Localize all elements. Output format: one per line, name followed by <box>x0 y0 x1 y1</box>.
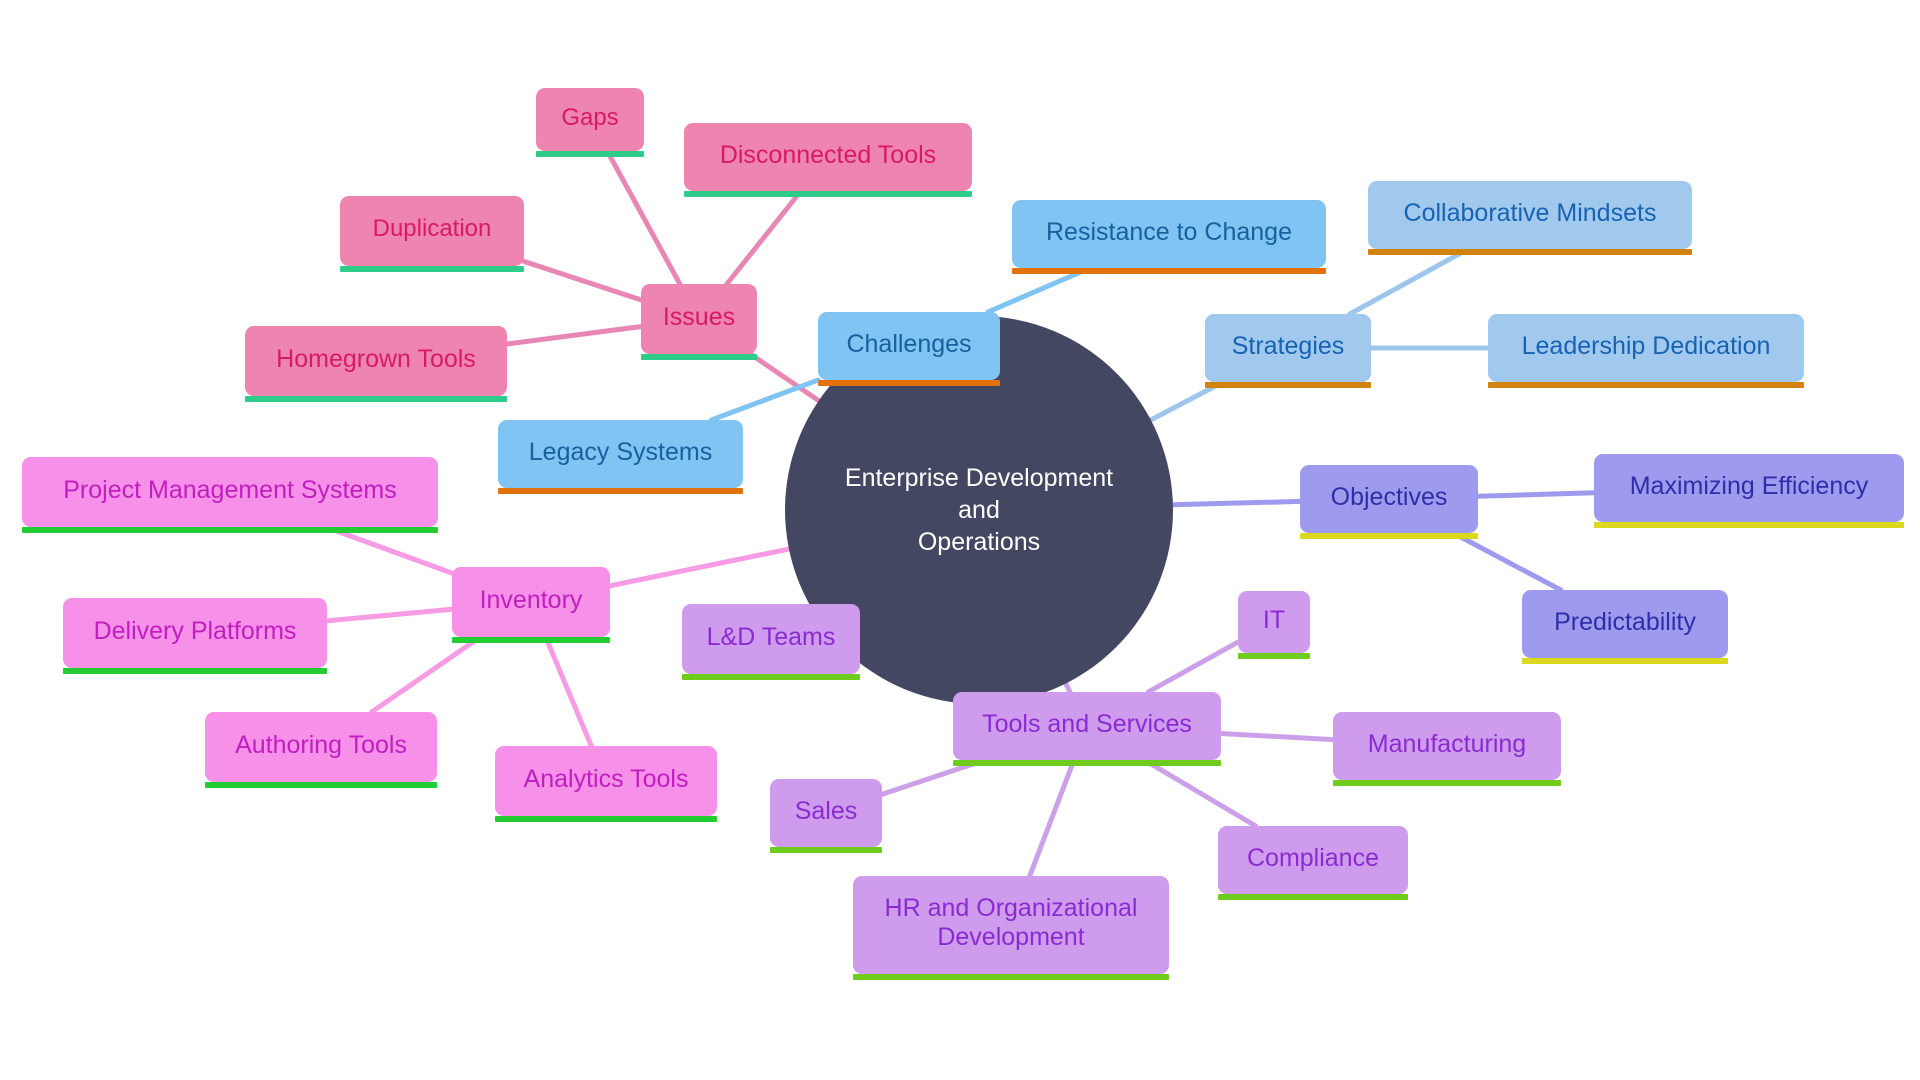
mindmap-node-predict[interactable]: Predictability <box>1522 590 1728 664</box>
mindmap-node-label: Analytics Tools <box>523 764 689 793</box>
mindmap-node-label: Gaps <box>561 103 619 131</box>
mindmap-node-label: Collaborative Mindsets <box>1403 198 1657 227</box>
mindmap-node-label: Delivery Platforms <box>93 616 297 645</box>
mindmap-node-label: Duplication <box>372 215 492 243</box>
mindmap-node-label: Inventory <box>479 585 583 614</box>
mindmap-node-label: Manufacturing <box>1367 729 1527 758</box>
mindmap-node-label: Project Management Systems <box>63 475 397 504</box>
mindmap-node-ld[interactable]: L&D Teams <box>682 604 860 680</box>
mindmap-node-challenges[interactable]: Challenges <box>818 312 1000 386</box>
mindmap-node-label: Predictability <box>1554 607 1696 636</box>
mindmap-node-strategies[interactable]: Strategies <box>1205 314 1371 388</box>
mindmap-node-label: Tools and Services <box>982 709 1192 738</box>
mindmap-node-label: Objectives <box>1330 482 1448 511</box>
mindmap-node-tools[interactable]: Tools and Services <box>953 692 1221 766</box>
mindmap-node-label: Disconnected Tools <box>719 140 937 169</box>
mindmap-node-label: Homegrown Tools <box>276 344 476 373</box>
mindmap-node-authoring[interactable]: Authoring Tools <box>205 712 437 788</box>
mindmap-node-analytics[interactable]: Analytics Tools <box>495 746 717 822</box>
mindmap-node-label: Legacy Systems <box>528 437 713 466</box>
mindmap-node-manufacturing[interactable]: Manufacturing <box>1333 712 1561 786</box>
mindmap-node-delivery[interactable]: Delivery Platforms <box>63 598 327 674</box>
mindmap-node-label: IT <box>1262 605 1286 634</box>
mindmap-node-objectives[interactable]: Objectives <box>1300 465 1478 539</box>
mindmap-node-gaps[interactable]: Gaps <box>536 88 644 157</box>
mindmap-node-label: Challenges <box>846 329 972 358</box>
mindmap-canvas: Enterprise Development and Operations Ga… <box>0 0 1920 1080</box>
mindmap-node-label: L&D Teams <box>706 622 836 651</box>
mindmap-node-hr[interactable]: HR and Organizational Development <box>853 876 1169 980</box>
mindmap-node-pms[interactable]: Project Management Systems <box>22 457 438 533</box>
root-node-label: Enterprise Development and Operations <box>844 464 1114 556</box>
mindmap-node-homegrown[interactable]: Homegrown Tools <box>245 326 507 402</box>
mindmap-node-inventory[interactable]: Inventory <box>452 567 610 643</box>
mindmap-node-legacy[interactable]: Legacy Systems <box>498 420 743 494</box>
mindmap-node-label: Strategies <box>1231 331 1345 360</box>
mindmap-node-issues[interactable]: Issues <box>641 284 757 360</box>
mindmap-node-compliance[interactable]: Compliance <box>1218 826 1408 900</box>
mindmap-node-disconnected[interactable]: Disconnected Tools <box>684 123 972 197</box>
mindmap-node-label: Issues <box>662 302 736 331</box>
mindmap-node-collab[interactable]: Collaborative Mindsets <box>1368 181 1692 255</box>
mindmap-node-it[interactable]: IT <box>1238 591 1310 659</box>
mindmap-node-leadership[interactable]: Leadership Dedication <box>1488 314 1804 388</box>
mindmap-node-sales[interactable]: Sales <box>770 779 882 853</box>
mindmap-node-label: Authoring Tools <box>235 730 407 759</box>
mindmap-node-label: Maximizing Efficiency <box>1629 471 1869 500</box>
mindmap-node-label: Resistance to Change <box>1046 217 1292 246</box>
mindmap-node-label: Leadership Dedication <box>1521 331 1771 360</box>
node-layer: Enterprise Development and Operations Ga… <box>0 0 1920 1080</box>
mindmap-node-label: Sales <box>794 796 858 825</box>
mindmap-node-resistance[interactable]: Resistance to Change <box>1012 200 1326 274</box>
mindmap-node-label: Compliance <box>1246 843 1379 872</box>
mindmap-node-duplication[interactable]: Duplication <box>340 196 524 272</box>
mindmap-node-maximizing[interactable]: Maximizing Efficiency <box>1594 454 1904 528</box>
mindmap-node-label: HR and Organizational Development <box>884 894 1138 951</box>
